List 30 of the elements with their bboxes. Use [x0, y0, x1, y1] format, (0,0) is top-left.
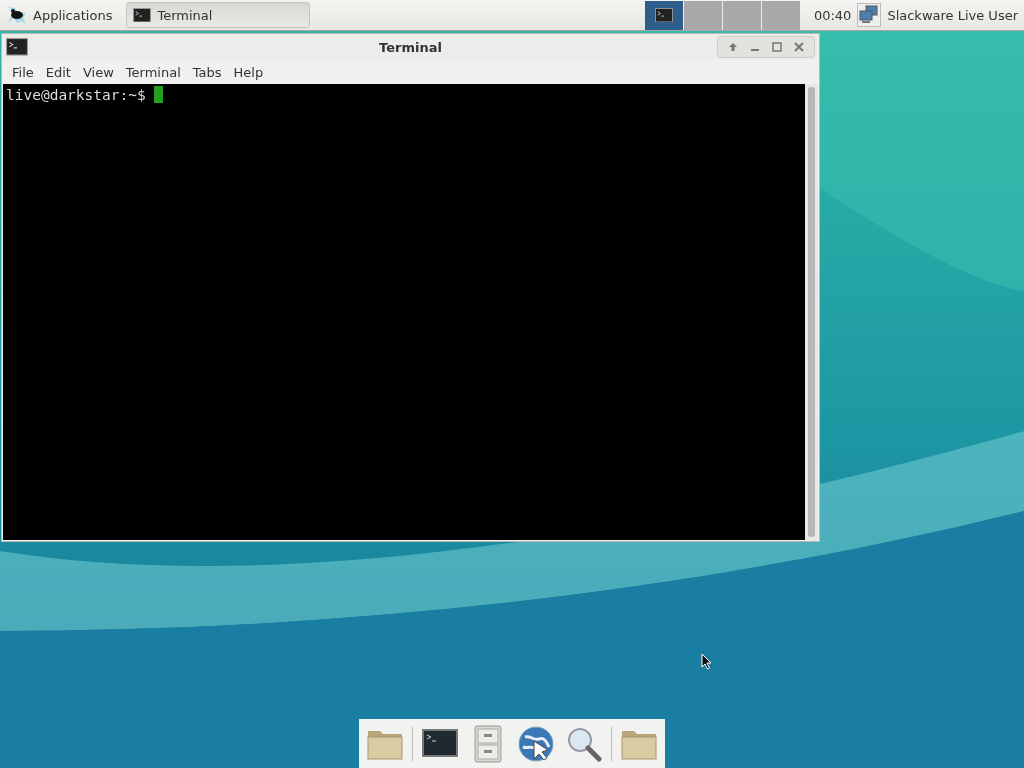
- applications-menu[interactable]: Applications: [0, 0, 121, 30]
- user-name: Slackware Live User: [887, 7, 1018, 23]
- text-cursor: [154, 86, 164, 103]
- globe-icon: [517, 724, 555, 763]
- close-icon: [794, 42, 804, 52]
- menu-item[interactable]: Tabs: [186, 64, 228, 80]
- taskbar-button[interactable]: Terminal: [126, 2, 311, 28]
- shell-prompt: live@darkstar:~$: [6, 86, 147, 103]
- terminal-icon: [654, 7, 673, 23]
- terminal-area[interactable]: live@darkstar:~$: [3, 84, 805, 540]
- terminal-icon: [6, 38, 28, 56]
- maximize-icon: [772, 42, 782, 52]
- menu-item[interactable]: Terminal: [119, 64, 187, 80]
- network-computers-icon[interactable]: [857, 3, 882, 27]
- terminal-icon: [133, 7, 152, 23]
- menu-item[interactable]: Help: [227, 64, 270, 80]
- menu-item[interactable]: File: [6, 64, 40, 80]
- workspace-button[interactable]: [644, 0, 683, 30]
- terminal-icon: [422, 728, 458, 759]
- minimize-icon: [751, 49, 759, 51]
- mouse-pointer-icon: [701, 653, 712, 670]
- menu-item[interactable]: Edit: [39, 64, 77, 80]
- up-arrow-icon: [728, 42, 738, 52]
- clock: 00:40: [813, 7, 852, 23]
- mouse-logo-icon: [6, 5, 28, 25]
- file-cabinet-icon: [474, 724, 502, 763]
- search-icon: [566, 725, 602, 762]
- menu-item[interactable]: View: [76, 64, 120, 80]
- scrollbar[interactable]: [805, 84, 818, 540]
- window-title: Terminal: [379, 39, 442, 55]
